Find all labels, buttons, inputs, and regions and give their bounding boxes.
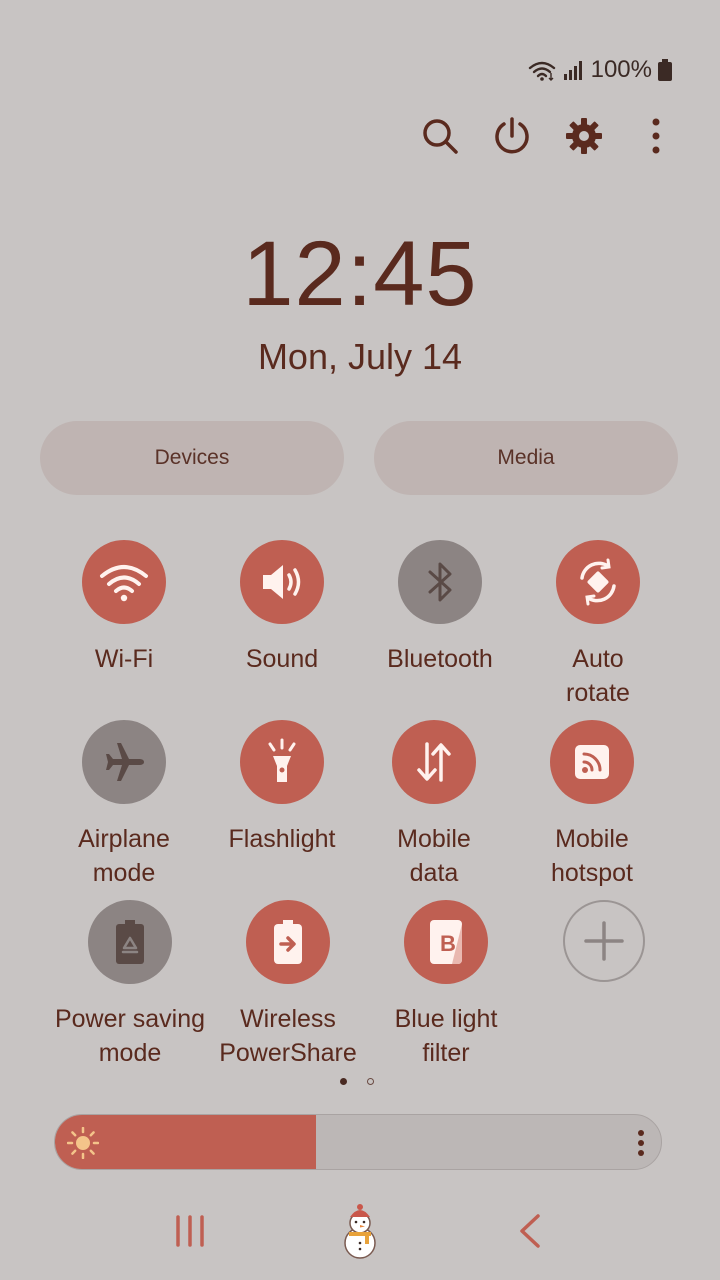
tile-label: Power saving mode bbox=[54, 1005, 206, 1067]
tile-mobile-data[interactable]: Mobile data bbox=[354, 720, 514, 890]
blue-light-filter-icon: B bbox=[430, 920, 462, 964]
tile-sound[interactable]: Sound bbox=[202, 540, 362, 676]
power-icon bbox=[495, 117, 529, 154]
snowman-icon bbox=[344, 1204, 376, 1259]
devices-button[interactable]: Devices bbox=[40, 421, 344, 495]
page-indicator bbox=[340, 1078, 374, 1085]
navigation-bar bbox=[0, 1196, 720, 1266]
tile-label: Flashlight bbox=[228, 825, 336, 853]
tile-label: Airplane mode bbox=[78, 825, 170, 887]
tile-label: Bluetooth bbox=[387, 645, 493, 673]
tile-circle[interactable] bbox=[246, 900, 330, 984]
tile-circle[interactable] bbox=[82, 720, 166, 804]
battery-icon bbox=[658, 59, 672, 81]
bluetooth-icon bbox=[428, 562, 452, 602]
add-icon bbox=[584, 921, 624, 961]
tile-mobile-hotspot[interactable]: Mobile hotspot bbox=[512, 720, 672, 890]
tile-circle[interactable] bbox=[82, 540, 166, 624]
tile-power-saving-mode[interactable]: Power saving mode bbox=[50, 900, 210, 1070]
battery-percentage: 100% bbox=[590, 56, 652, 83]
tile-wireless-powershare[interactable]: Wireless PowerShare bbox=[208, 900, 368, 1070]
more-vertical-icon bbox=[652, 118, 660, 154]
media-button[interactable]: Media bbox=[374, 421, 678, 495]
home-button[interactable] bbox=[326, 1196, 394, 1266]
auto-rotate-icon bbox=[580, 558, 616, 606]
speaker-icon bbox=[263, 565, 301, 599]
clock-date[interactable]: Mon, July 14 bbox=[0, 336, 720, 378]
tile-circle[interactable] bbox=[392, 720, 476, 804]
tile-bluetooth[interactable]: Bluetooth bbox=[360, 540, 520, 676]
tile-label: Mobile data bbox=[397, 825, 471, 887]
tile-circle[interactable] bbox=[398, 540, 482, 624]
tile-add[interactable] bbox=[524, 900, 684, 982]
tile-label: Auto rotate bbox=[566, 645, 630, 707]
tile-circle[interactable] bbox=[88, 900, 172, 984]
search-button[interactable] bbox=[416, 112, 464, 160]
svg-text:B: B bbox=[440, 931, 456, 956]
tile-auto-rotate[interactable]: Auto rotate bbox=[518, 540, 678, 710]
back-arrow-icon bbox=[520, 1214, 540, 1248]
tile-airplane-mode[interactable]: Airplane mode bbox=[44, 720, 204, 890]
add-tile-button[interactable] bbox=[563, 900, 645, 982]
tile-wifi[interactable]: Wi-Fi bbox=[44, 540, 204, 676]
settings-button[interactable] bbox=[560, 112, 608, 160]
mobile-data-icon bbox=[417, 742, 451, 782]
quick-panel-toolbar bbox=[0, 112, 720, 160]
tile-circle[interactable] bbox=[240, 720, 324, 804]
tile-label: Wireless PowerShare bbox=[219, 1005, 357, 1067]
search-icon bbox=[423, 119, 458, 154]
page-dot-active bbox=[340, 1078, 347, 1085]
flashlight-icon bbox=[268, 738, 296, 782]
recent-apps-button[interactable] bbox=[160, 1196, 220, 1266]
tile-label: Mobile hotspot bbox=[550, 825, 633, 887]
tile-circle[interactable]: B bbox=[404, 900, 488, 984]
brightness-options-icon[interactable] bbox=[637, 1129, 645, 1157]
tile-label: Sound bbox=[245, 645, 319, 673]
brightness-slider[interactable] bbox=[54, 1114, 662, 1170]
gear-icon bbox=[566, 118, 602, 154]
power-button[interactable] bbox=[488, 112, 536, 160]
wifi-status-icon bbox=[528, 61, 555, 81]
status-bar: 100% bbox=[527, 56, 672, 84]
signal-icon bbox=[563, 61, 582, 80]
wireless-powershare-icon bbox=[274, 920, 302, 964]
tile-circle[interactable] bbox=[556, 540, 640, 624]
clock-time[interactable]: 12:45 bbox=[0, 222, 720, 327]
tile-circle[interactable] bbox=[240, 540, 324, 624]
airplane-icon bbox=[106, 743, 144, 781]
back-button[interactable] bbox=[504, 1196, 556, 1266]
recent-apps-icon bbox=[176, 1215, 204, 1247]
tile-flashlight[interactable]: Flashlight bbox=[202, 720, 362, 856]
sun-icon bbox=[67, 1127, 99, 1159]
tile-label: Blue light filter bbox=[394, 1005, 498, 1067]
hotspot-icon bbox=[575, 745, 609, 779]
tile-circle[interactable] bbox=[550, 720, 634, 804]
power-saving-icon bbox=[116, 920, 144, 964]
wifi-icon bbox=[100, 565, 148, 602]
tile-blue-light-filter[interactable]: B Blue light filter bbox=[366, 900, 526, 1070]
page-dot-inactive bbox=[367, 1078, 374, 1085]
tile-label: Wi-Fi bbox=[94, 645, 154, 673]
more-options-button[interactable] bbox=[632, 112, 680, 160]
